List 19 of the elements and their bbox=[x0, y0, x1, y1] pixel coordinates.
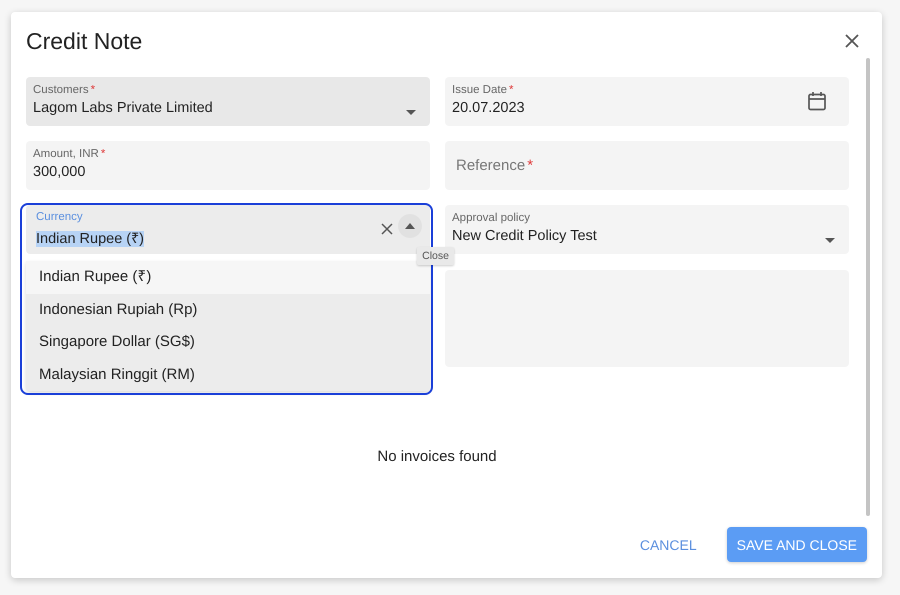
scrollbar[interactable] bbox=[866, 58, 870, 516]
collapse-button[interactable] bbox=[398, 214, 422, 238]
currency-option[interactable]: Indian Rupee (₹) bbox=[26, 261, 430, 294]
clear-icon[interactable] bbox=[381, 223, 393, 235]
dialog-title: Credit Note bbox=[26, 26, 142, 54]
calendar-icon[interactable] bbox=[807, 91, 827, 111]
empty-message: No invoices found bbox=[377, 448, 497, 465]
select-field[interactable]: Approval policy New Credit Policy Test bbox=[445, 205, 849, 254]
tooltip: Close bbox=[417, 247, 454, 265]
caret-icon bbox=[825, 238, 835, 243]
select-field[interactable]: Customers * Lagom Labs Private Limited bbox=[26, 77, 430, 126]
currency-option[interactable]: Singapore Dollar (SG$) bbox=[26, 326, 430, 358]
reference-field[interactable]: Reference* bbox=[445, 141, 849, 190]
caret-icon bbox=[405, 223, 415, 229]
currency-option[interactable]: Malaysian Ringgit (RM) bbox=[26, 358, 430, 391]
caret-icon bbox=[406, 110, 416, 115]
currency-option[interactable]: Indonesian Rupiah (Rp) bbox=[26, 294, 430, 326]
input-field[interactable]: Amount, INR * 300,000 bbox=[26, 141, 430, 190]
date-field[interactable]: Issue Date * 20.07.2023 bbox=[445, 77, 849, 126]
